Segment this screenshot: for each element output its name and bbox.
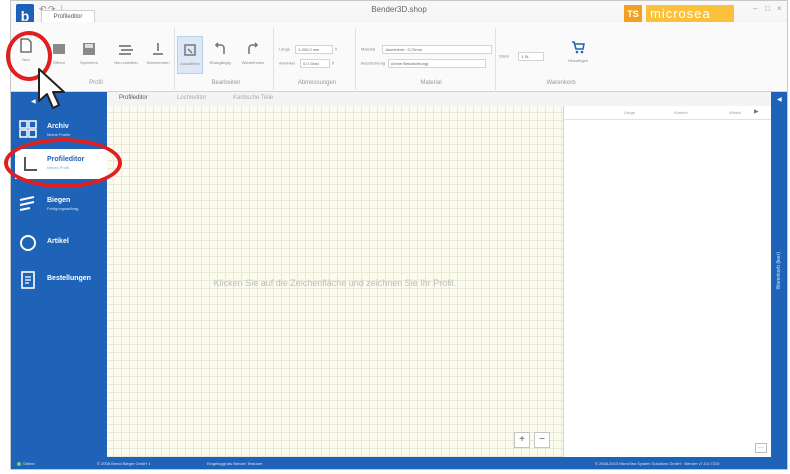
group-separator: [355, 28, 356, 90]
sidebar-item-bestellungen[interactable]: Bestellungen: [19, 269, 103, 295]
open-icon: [53, 44, 65, 54]
sidebar-item-label: Bestellungen: [47, 275, 91, 282]
circle-icon: [20, 235, 36, 251]
brand-logo-box: TS: [624, 5, 642, 23]
sidebar-item-label: Archiv: [47, 123, 69, 130]
group-label-material: Material: [420, 80, 442, 86]
ribbon: Neu Öffnen Speichern Neu erstellen Übern…: [11, 22, 787, 92]
column-header: Länge: [624, 110, 636, 115]
drawing-canvas[interactable]: Klicken Sie auf die Zeichenfläche und ze…: [107, 106, 563, 457]
sidebar-item-biegen[interactable]: Biegen Fertigungsauftrag: [19, 192, 103, 218]
length-field: Länge 1.000,0 mm ⇕: [279, 45, 338, 54]
mouse-pointer-icon: [38, 68, 65, 109]
length-label: Länge: [279, 46, 291, 52]
cart-icon: [572, 41, 585, 54]
save-profile-button[interactable]: Speichern: [77, 42, 101, 65]
column-header: Kontext: [674, 110, 688, 115]
online-label: Online: [23, 461, 35, 466]
material-select[interactable]: Aluminium - 0,70mm: [382, 45, 493, 54]
material-label: Material: [361, 46, 376, 52]
undo-icon: [214, 42, 225, 54]
maximize-button[interactable]: □: [765, 4, 770, 13]
quantity-stepper[interactable]: 1 St.: [518, 52, 545, 61]
save-profile-label: Speichern: [79, 60, 98, 65]
canvas-hint: Klicken Sie auf die Zeichenfläche und ze…: [213, 278, 457, 288]
online-status: Online: [17, 461, 35, 466]
brand-wordmark: microsea: [646, 5, 734, 23]
cart-strip-label: Warenkorb (leer): [776, 252, 782, 290]
document-list-icon: [21, 271, 35, 289]
undo-button[interactable]: Rückgängig: [207, 42, 233, 65]
tab-lochleditor[interactable]: Lochleditor: [177, 95, 206, 101]
coating-label: Beschichtung: [361, 60, 386, 66]
undo-label: Rückgängig: [209, 60, 231, 65]
group-label-abmessungen: Abmessungen: [297, 80, 337, 86]
sidebar-item-label: Biegen: [47, 197, 71, 204]
bend-icon: [19, 196, 35, 211]
column-header: Winkel: [729, 110, 742, 115]
app-window: ↶ ↷ ⇣ Bender3D.shop – □ × b Profileditor…: [10, 0, 788, 470]
quantity-label: Stück: [499, 53, 510, 59]
group-label-warenkorb: Warenkorb: [546, 80, 576, 86]
select-label: Auswählen: [180, 61, 200, 66]
angle-input[interactable]: 0,0 Grad: [300, 59, 331, 68]
angle-field: Abwinkel 0,0 Grad ⇕: [279, 59, 335, 68]
material-field: Material Aluminium - 0,70mm: [361, 45, 493, 54]
sidebar-item-artikel[interactable]: Artikel: [19, 232, 103, 258]
zoom-in-button[interactable]: +: [514, 432, 530, 448]
copyright-right: © 2006-2013 MicroSea System Solutions Gm…: [595, 461, 720, 466]
apply-icon: [153, 43, 163, 55]
logged-in-user: Eingeloggt als Bender Testuser: [207, 461, 263, 466]
create-new-label: Neu erstellen: [114, 60, 138, 65]
sidebar-item-label: Artikel: [47, 238, 69, 245]
archive-grid-icon: [19, 120, 37, 138]
content-tabs: Profileditor Lochleditor Kantische Teile: [107, 92, 563, 106]
coating-select[interactable]: (keine Beschichtung): [388, 59, 487, 68]
sidebar-item-sublabel: Meine Profile: [47, 132, 71, 137]
redo-icon: [248, 42, 259, 54]
group-label-profil: Profil: [89, 80, 103, 86]
add-to-cart-button[interactable]: Hinzufügen: [563, 38, 593, 63]
highlight-ring-profileditor: [4, 138, 122, 188]
apply-button[interactable]: Übernehmen: [145, 42, 171, 65]
angle-spin-icon[interactable]: ⇕: [331, 61, 334, 66]
copyright-left: © 2008 Bernd Bleger GmbH 1: [97, 461, 151, 466]
scroll-right-icon[interactable]: ▶: [754, 108, 759, 115]
length-input[interactable]: 1.000,0 mm: [295, 45, 334, 54]
tab-profileditor[interactable]: Profileditor: [119, 95, 148, 101]
select-button[interactable]: Auswählen: [177, 36, 203, 74]
minimize-button[interactable]: –: [753, 4, 757, 13]
expand-cart-icon[interactable]: ◀: [777, 96, 782, 103]
cart-side-strip[interactable]: ◀ Warenkorb (leer): [771, 92, 787, 457]
collapse-sidebar-icon[interactable]: ◀: [31, 98, 36, 105]
sidebar-item-sublabel: Fertigungsauftrag: [47, 206, 79, 211]
status-bar: Online © 2008 Bernd Bleger GmbH 1 Eingel…: [11, 457, 787, 469]
group-separator: [174, 28, 175, 90]
segment-panel: Länge Kontext Winkel ▶ ···: [563, 106, 771, 457]
close-button[interactable]: ×: [777, 4, 782, 13]
group-separator: [495, 28, 496, 90]
zoom-out-button[interactable]: −: [534, 432, 550, 448]
open-profile-label: Öffnen: [53, 60, 65, 65]
tab-kantische-teile[interactable]: Kantische Teile: [233, 95, 273, 101]
create-new-button[interactable]: Neu erstellen: [111, 42, 141, 65]
profile-shape-icon: [119, 45, 133, 55]
redo-label: Wiederholen: [241, 60, 265, 65]
add-to-cart-label: Hinzufügen: [567, 58, 589, 63]
save-icon: [83, 43, 95, 55]
quantity-field: Stück 1 St.: [499, 52, 545, 61]
online-dot-icon: [17, 461, 21, 466]
apply-label: Übernehmen: [146, 60, 170, 65]
coating-field: Beschichtung (keine Beschichtung): [361, 59, 487, 68]
length-spin-icon[interactable]: ⇕: [334, 47, 337, 52]
redo-button[interactable]: Wiederholen: [239, 42, 267, 65]
angle-label: Abwinkel: [279, 60, 296, 66]
segment-table-header: Länge Kontext Winkel ▶: [564, 106, 771, 120]
group-separator: [273, 28, 274, 90]
more-button[interactable]: ···: [755, 443, 767, 453]
group-label-bearbeiten: Bearbeiten: [211, 80, 241, 86]
select-icon: [184, 44, 196, 56]
